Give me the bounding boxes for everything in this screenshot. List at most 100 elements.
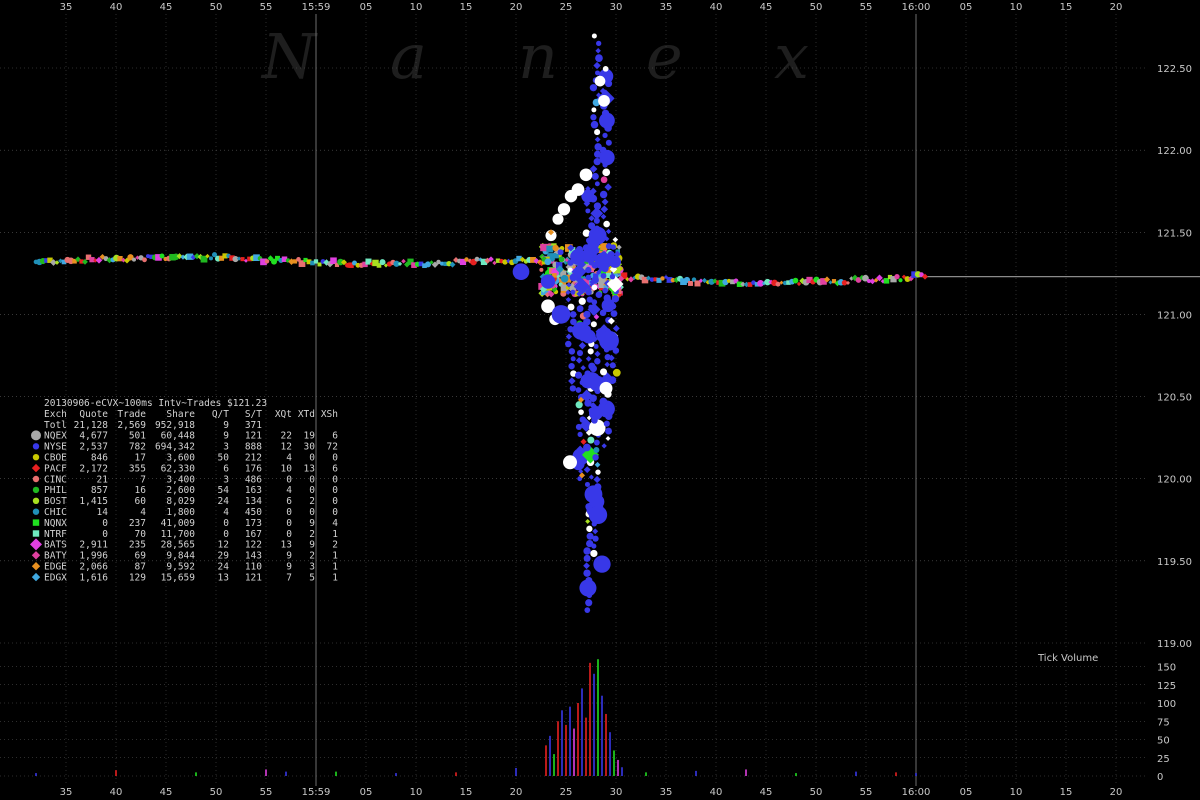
legend-value: 212 xyxy=(245,453,262,464)
watermark-letter: e xyxy=(646,20,683,93)
trade-point xyxy=(589,365,597,373)
legend-value: 4 xyxy=(286,485,292,496)
price-tick-label: 122.00 xyxy=(1157,146,1192,157)
legend-exchange: NQNX xyxy=(44,518,67,529)
trade-point xyxy=(605,427,612,435)
price-tick-label: 119.50 xyxy=(1157,557,1192,568)
trade-point xyxy=(602,168,611,177)
time-tick-label-bottom: 45 xyxy=(760,787,773,798)
time-tick-label-top: 15 xyxy=(1060,2,1073,13)
trade-point xyxy=(583,554,591,562)
time-tick-label-top: 40 xyxy=(710,2,723,13)
time-tick-label-bottom: 16:00 xyxy=(902,787,931,798)
legend-value: 176 xyxy=(245,463,262,474)
legend-header: Trade xyxy=(117,409,146,420)
legend-value: 22 xyxy=(281,431,292,442)
volume-tick-label: 25 xyxy=(1157,754,1170,765)
legend-value: 163 xyxy=(245,485,262,496)
legend-exchange: NQEX xyxy=(44,431,67,442)
trade-point xyxy=(576,349,584,357)
trade-point xyxy=(142,257,147,263)
time-tick-label-bottom: 10 xyxy=(410,787,423,798)
legend-marker xyxy=(32,454,40,461)
trade-point xyxy=(595,469,601,475)
trade-point xyxy=(575,401,583,409)
trade-point xyxy=(570,289,576,295)
legend-exchange: BOST xyxy=(44,496,67,507)
legend-value: 450 xyxy=(245,507,262,518)
legend-value: 1,800 xyxy=(166,507,195,518)
trade-point xyxy=(585,599,593,607)
trade-point xyxy=(591,276,599,284)
legend-total-value: 952,918 xyxy=(155,420,195,431)
legend-value: 0 xyxy=(309,485,315,496)
trade-point xyxy=(603,294,611,302)
legend-value: 3 xyxy=(309,562,315,573)
trade-point xyxy=(590,120,599,129)
trade-point xyxy=(609,302,617,310)
trade-point xyxy=(587,436,595,444)
trade-point xyxy=(607,250,615,258)
legend-value: 694,342 xyxy=(155,442,195,453)
trade-point xyxy=(591,33,597,39)
time-tick-label-top: 55 xyxy=(860,2,873,13)
time-tick-label-top: 50 xyxy=(210,2,223,13)
legend-value: 9 xyxy=(309,518,315,529)
legend-value: 29 xyxy=(218,551,230,562)
legend-value: 0 xyxy=(286,474,292,485)
legend-value: 70 xyxy=(135,529,147,540)
trade-point xyxy=(552,244,559,252)
legend-value: 50 xyxy=(218,453,230,464)
legend-value: 0 xyxy=(286,518,292,529)
legend-value: 7 xyxy=(140,474,146,485)
trade-point xyxy=(898,278,903,283)
legend-value: 9 xyxy=(286,551,292,562)
trade-point xyxy=(593,555,611,573)
legend-value: 9,592 xyxy=(166,562,195,573)
trade-point xyxy=(583,547,591,555)
legend-value: 17 xyxy=(135,453,146,464)
legend-value: 0 xyxy=(223,529,229,540)
legend-exchange: NYSE xyxy=(44,442,67,453)
legend-value: 13 xyxy=(218,572,229,583)
trade-point xyxy=(603,220,610,228)
legend-header: XSh xyxy=(321,409,338,420)
trade-point xyxy=(571,183,585,196)
trade-point xyxy=(612,368,621,377)
legend-value: 0 xyxy=(332,485,338,496)
legend-value: 134 xyxy=(245,496,262,507)
legend-value: 6 xyxy=(286,496,292,507)
legend-value: 888 xyxy=(245,442,262,453)
legend-value: 15,659 xyxy=(161,572,196,583)
time-tick-label-top: 15 xyxy=(460,2,473,13)
legend-value: 28,565 xyxy=(161,540,195,551)
trade-point xyxy=(569,385,577,392)
trade-point xyxy=(594,225,600,231)
legend-exchange: PHIL xyxy=(44,485,67,496)
time-tick-label-top: 45 xyxy=(160,2,173,13)
trade-point xyxy=(502,259,508,265)
legend-value: 9 xyxy=(286,562,292,573)
trade-point xyxy=(591,107,597,113)
legend-value: 3,400 xyxy=(166,474,195,485)
legend-value: 4 xyxy=(286,453,292,464)
trade-point xyxy=(593,202,602,210)
legend-value: 3 xyxy=(223,474,229,485)
trade-point xyxy=(579,168,593,182)
trade-point xyxy=(585,274,592,281)
trade-point xyxy=(131,257,137,262)
legend-exchange: EDGX xyxy=(44,572,67,583)
trade-point xyxy=(159,253,165,259)
legend-value: 12 xyxy=(218,540,229,551)
trade-point xyxy=(688,280,693,286)
trade-point xyxy=(313,259,319,264)
time-tick-label-top: 15:59 xyxy=(302,2,331,13)
trade-point xyxy=(590,114,597,121)
trade-point xyxy=(544,258,552,266)
time-tick-label-bottom: 50 xyxy=(210,787,223,798)
legend-value: 62,330 xyxy=(161,463,196,474)
legend-exchange: EDGE xyxy=(44,562,67,573)
trade-point xyxy=(588,505,608,525)
trade-point xyxy=(240,257,245,262)
time-tick-label-bottom: 55 xyxy=(260,787,273,798)
